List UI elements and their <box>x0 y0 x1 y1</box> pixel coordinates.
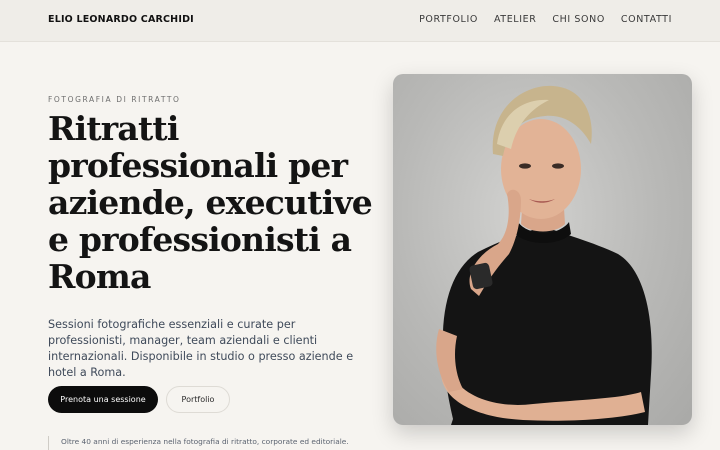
brand-logo-text[interactable]: ELIO LEONARDO CARCHIDI <box>48 14 194 25</box>
hero-eyebrow: FOTOGRAFIA DI RITRATTO <box>48 95 181 104</box>
portrait-illustration <box>436 85 652 425</box>
top-navigation-bar: ELIO LEONARDO CARCHIDI PORTFOLIO ATELIER… <box>0 0 720 42</box>
main-nav: PORTFOLIO ATELIER CHI SONO CONTATTI <box>419 14 672 25</box>
note-divider <box>48 436 49 450</box>
hero-lead-text: Sessioni fotografiche essenziali e curat… <box>48 318 354 379</box>
portrait-photo <box>393 74 692 425</box>
portfolio-button[interactable]: Portfolio <box>166 386 230 413</box>
book-session-button[interactable]: Prenota una sessione <box>48 386 158 413</box>
nav-link-chi-sono[interactable]: CHI SONO <box>552 14 605 25</box>
hero-headline: Ritratti professionali per aziende, exec… <box>48 109 373 296</box>
nav-link-contatti[interactable]: CONTATTI <box>621 14 672 25</box>
experience-note: Oltre 40 anni di esperienza nella fotogr… <box>61 437 349 446</box>
nav-link-portfolio[interactable]: PORTFOLIO <box>419 14 478 25</box>
nav-link-atelier[interactable]: ATELIER <box>494 14 536 25</box>
